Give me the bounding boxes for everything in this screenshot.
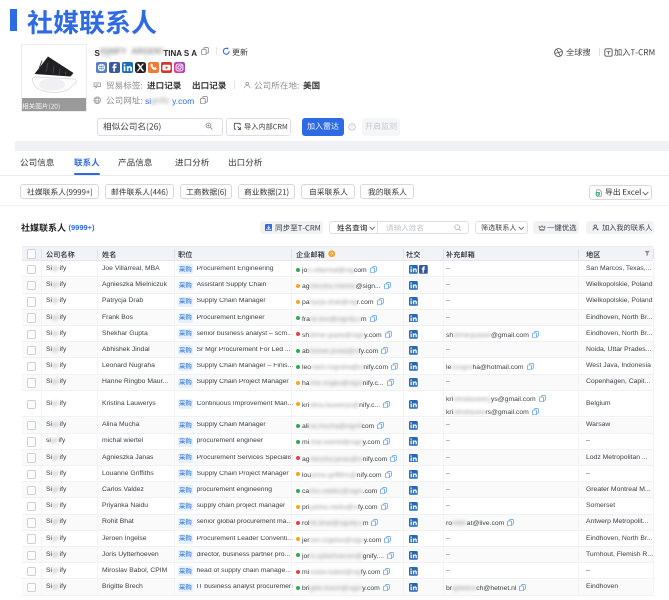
svg-text:?: ?: [330, 251, 333, 256]
